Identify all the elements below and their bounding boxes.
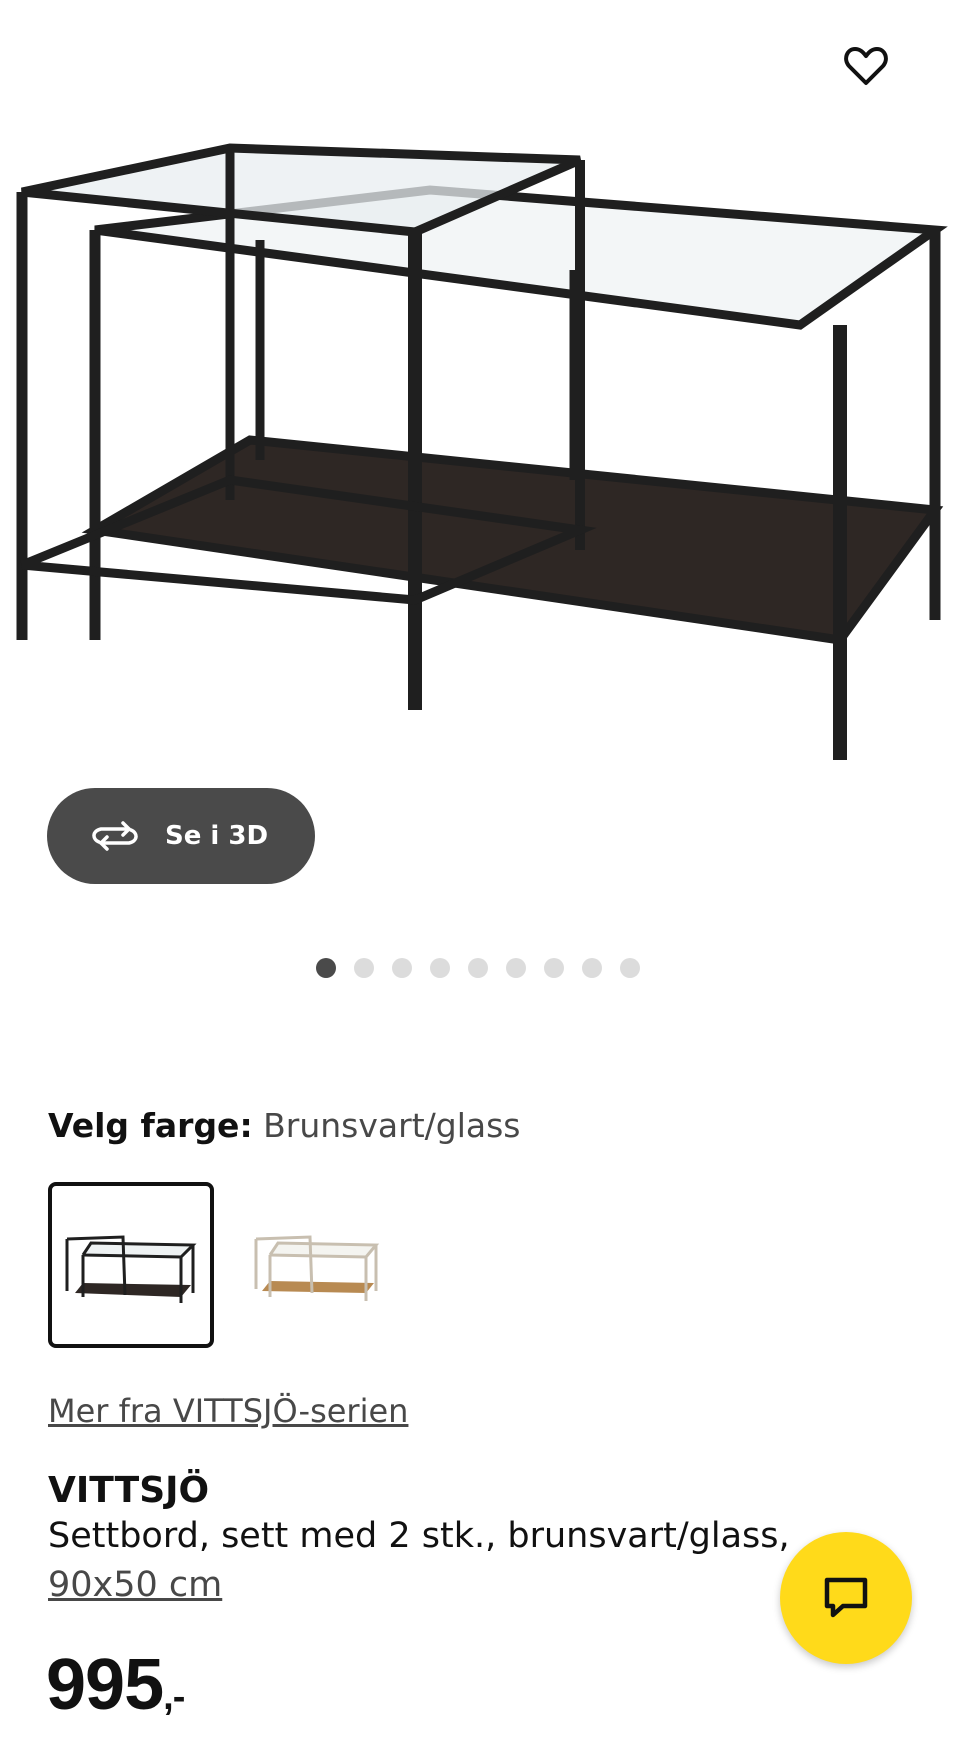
color-value: Brunsvart/glass: [263, 1106, 521, 1145]
color-selection: Velg farge: Brunsvart/glass: [48, 1106, 520, 1145]
swatch-thumbnail: [254, 1235, 380, 1301]
view-3d-label: Se i 3D: [165, 821, 269, 851]
chat-bubble-icon: [824, 1577, 868, 1618]
price-amount: 995: [46, 1645, 164, 1725]
carousel-dot[interactable]: [544, 958, 564, 978]
carousel-dot[interactable]: [430, 958, 450, 978]
carousel-pagination[interactable]: [316, 958, 640, 978]
heart-icon: [844, 47, 888, 85]
color-swatch-white-beige[interactable]: [234, 1182, 400, 1348]
view-3d-button[interactable]: Se i 3D: [47, 788, 315, 884]
swatch-thumbnail: [65, 1235, 197, 1303]
series-link[interactable]: Mer fra VITTSJÖ-serien: [48, 1392, 408, 1430]
product-image[interactable]: [0, 120, 960, 780]
chat-button[interactable]: [780, 1532, 912, 1664]
carousel-dot[interactable]: [506, 958, 526, 978]
carousel-dot[interactable]: [582, 958, 602, 978]
product-gallery[interactable]: Se i 3D: [0, 0, 960, 1020]
color-label: Velg farge:: [48, 1106, 253, 1145]
carousel-dot[interactable]: [468, 958, 488, 978]
carousel-dot[interactable]: [620, 958, 640, 978]
price-suffix: ,-: [163, 1676, 185, 1718]
favorite-button[interactable]: [838, 38, 894, 94]
product-size-link[interactable]: 90x50 cm: [48, 1565, 222, 1605]
rotate-3d-icon: [92, 821, 138, 851]
carousel-dot[interactable]: [354, 958, 374, 978]
product-description: Settbord, sett med 2 stk., brunsvart/gla…: [48, 1516, 790, 1556]
color-swatch-black-brown[interactable]: [48, 1182, 214, 1348]
product-price: 995,-: [46, 1644, 185, 1726]
carousel-dot[interactable]: [392, 958, 412, 978]
carousel-dot[interactable]: [316, 958, 336, 978]
product-name: VITTSJÖ: [48, 1470, 210, 1511]
